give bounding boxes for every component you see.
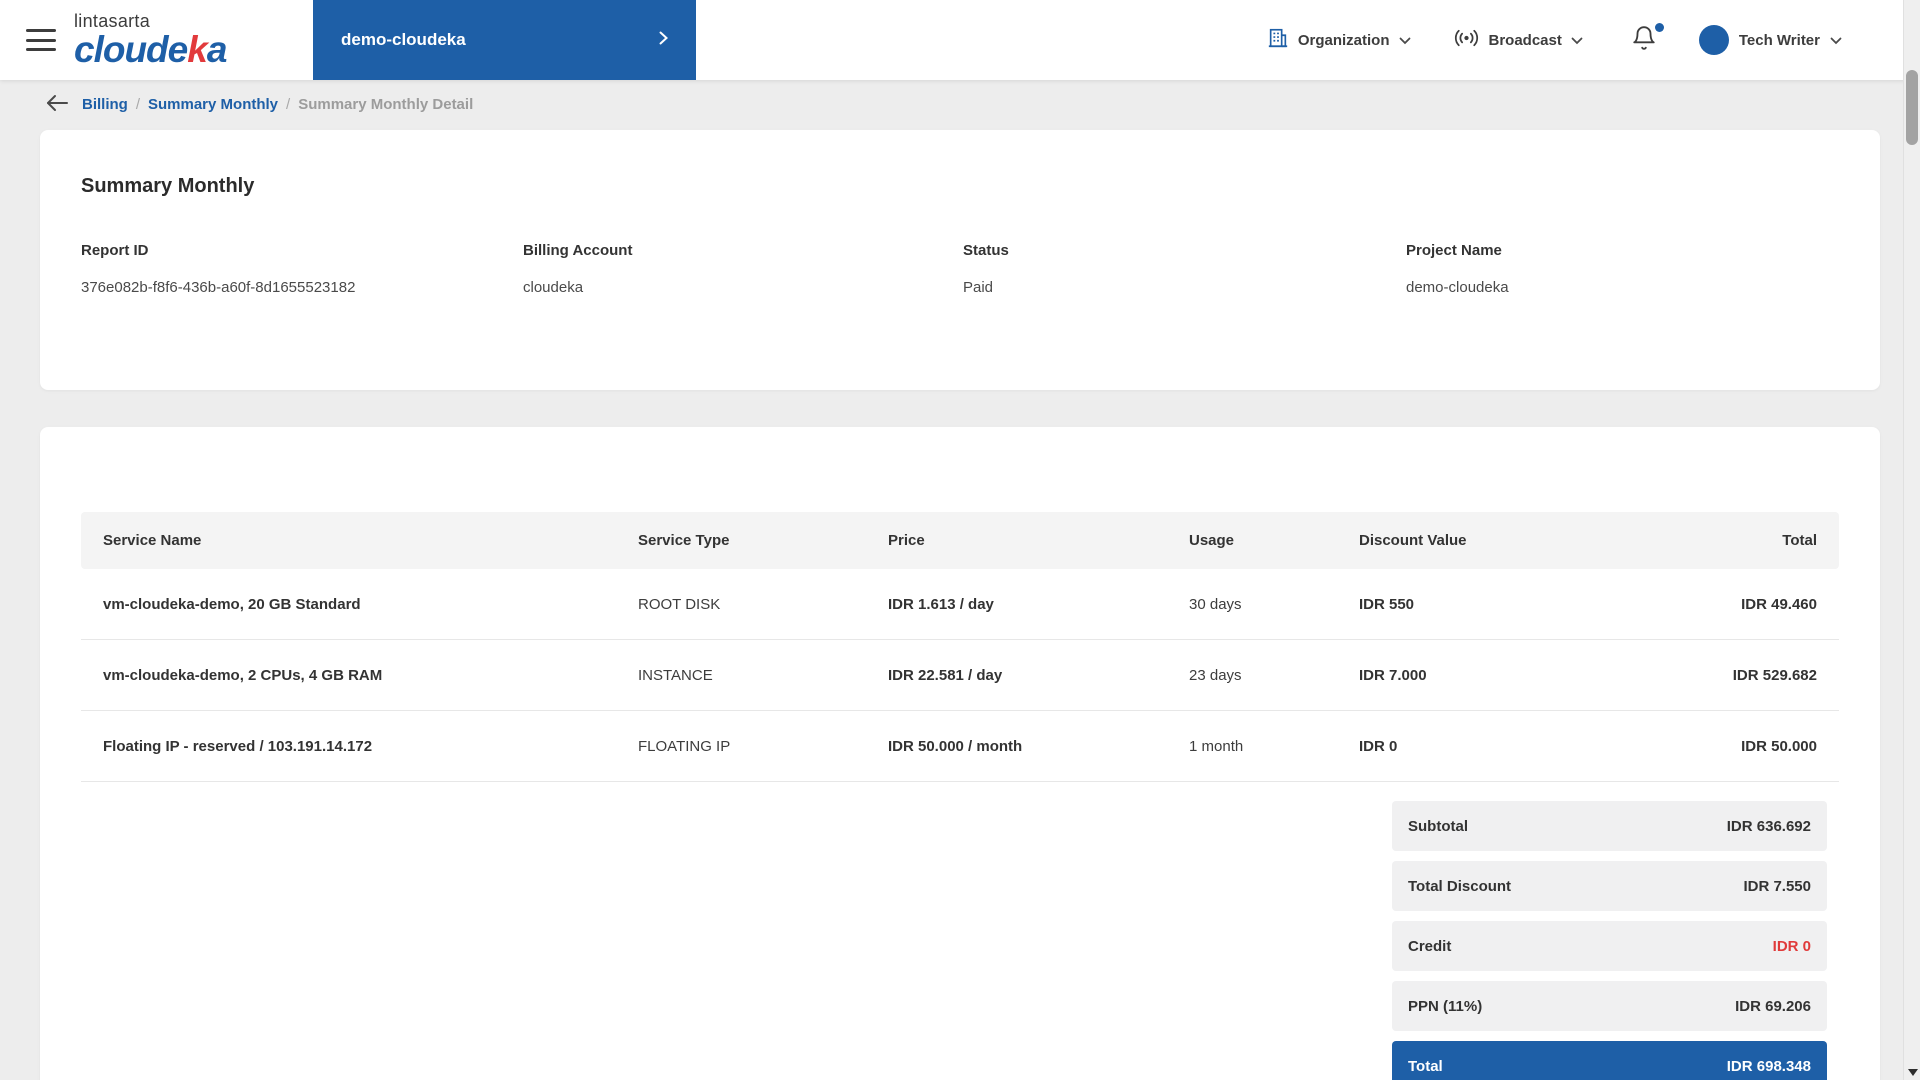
cell-discount: IDR 0 [1359, 738, 1639, 755]
cell-price: IDR 22.581 / day [888, 667, 1189, 684]
menu-icon[interactable] [26, 29, 56, 51]
user-menu[interactable]: Tech Writer [1699, 25, 1842, 55]
chevron-down-icon [1571, 32, 1583, 49]
broadcast-label: Broadcast [1489, 32, 1562, 49]
totals-row-grand-total: Total IDR 698.348 [1392, 1041, 1827, 1080]
totals-value: IDR 636.692 [1727, 818, 1811, 835]
project-name-label: demo-cloudeka [341, 30, 466, 50]
totals-label: Total Discount [1408, 878, 1511, 895]
organization-icon [1267, 27, 1289, 53]
project-selector-button[interactable]: demo-cloudeka [313, 0, 696, 80]
field-label: Billing Account [523, 242, 963, 259]
field-billing-account: Billing Account cloudeka [523, 242, 963, 296]
notifications-button[interactable] [1631, 25, 1657, 56]
column-header-service-name: Service Name [103, 532, 638, 549]
scrollbar-thumb[interactable] [1906, 70, 1918, 145]
field-value: Paid [963, 279, 1406, 296]
cell-discount: IDR 7.000 [1359, 667, 1639, 684]
cell-usage: 30 days [1189, 596, 1359, 613]
cell-service-name: vm-cloudeka-demo, 20 GB Standard [103, 596, 638, 613]
totals-row-ppn: PPN (11%) IDR 69.206 [1392, 981, 1827, 1031]
totals-row-credit: Credit IDR 0 [1392, 921, 1827, 971]
logo-brand-text: cloudeka [74, 31, 226, 68]
totals-row-subtotal: Subtotal IDR 636.692 [1392, 801, 1827, 851]
totals-value: IDR 69.206 [1735, 998, 1811, 1015]
totals-label: PPN (11%) [1408, 998, 1482, 1015]
totals-label: Total [1408, 1058, 1443, 1075]
cell-total: IDR 529.682 [1639, 667, 1817, 684]
totals-row-total-discount: Total Discount IDR 7.550 [1392, 861, 1827, 911]
column-header-total: Total [1639, 532, 1817, 549]
back-button[interactable] [44, 92, 70, 117]
main-content: Summary Monthly Report ID 376e082b-f8f6-… [0, 130, 1920, 1080]
avatar [1699, 25, 1729, 55]
totals-value: IDR 0 [1773, 938, 1811, 955]
billing-detail-card: Service Name Service Type Price Usage Di… [40, 427, 1880, 1080]
summary-card: Summary Monthly Report ID 376e082b-f8f6-… [40, 130, 1880, 390]
user-name-label: Tech Writer [1739, 32, 1820, 49]
cell-service-name: Floating IP - reserved / 103.191.14.172 [103, 738, 638, 755]
logo-company-text: lintasarta [74, 12, 226, 30]
table-row: vm-cloudeka-demo, 20 GB Standard ROOT DI… [81, 569, 1839, 640]
topbar: lintasarta cloudeka demo-cloudeka Organi… [0, 0, 1920, 80]
column-header-discount-value: Discount Value [1359, 532, 1639, 549]
cell-total: IDR 49.460 [1639, 596, 1817, 613]
cell-total: IDR 50.000 [1639, 738, 1817, 755]
cell-service-name: vm-cloudeka-demo, 2 CPUs, 4 GB RAM [103, 667, 638, 684]
chevron-right-icon [659, 30, 668, 50]
field-status: Status Paid [963, 242, 1406, 296]
totals-label: Credit [1408, 938, 1451, 955]
table-row: vm-cloudeka-demo, 2 CPUs, 4 GB RAM INSTA… [81, 640, 1839, 711]
field-label: Project Name [1406, 242, 1839, 259]
field-label: Report ID [81, 242, 523, 259]
cell-service-type: INSTANCE [638, 667, 888, 684]
cell-service-type: FLOATING IP [638, 738, 888, 755]
cell-usage: 1 month [1189, 738, 1359, 755]
totals-value: IDR 7.550 [1743, 878, 1811, 895]
field-value: demo-cloudeka [1406, 279, 1839, 296]
breadcrumb-item-summary-monthly[interactable]: Summary Monthly [148, 96, 278, 113]
bell-icon [1631, 38, 1657, 55]
column-header-service-type: Service Type [638, 532, 888, 549]
field-report-id: Report ID 376e082b-f8f6-436b-a60f-8d1655… [81, 242, 523, 296]
topbar-right: Organization Broadcast Tech Writer [1267, 25, 1920, 56]
breadcrumb: Billing / Summary Monthly / Summary Mont… [0, 80, 1920, 118]
notification-unread-dot [1655, 23, 1664, 32]
totals-value: IDR 698.348 [1727, 1058, 1811, 1075]
table-header: Service Name Service Type Price Usage Di… [81, 512, 1839, 569]
field-value: cloudeka [523, 279, 963, 296]
cell-discount: IDR 550 [1359, 596, 1639, 613]
breadcrumb-item-current: Summary Monthly Detail [298, 96, 473, 113]
field-label: Status [963, 242, 1406, 259]
totals-summary: Subtotal IDR 636.692 Total Discount IDR … [1392, 801, 1827, 1080]
breadcrumb-separator: / [286, 96, 290, 113]
breadcrumb-item-billing[interactable]: Billing [82, 96, 128, 113]
cell-price: IDR 1.613 / day [888, 596, 1189, 613]
column-header-price: Price [888, 532, 1189, 549]
page-title: Summary Monthly [81, 175, 1839, 198]
field-value: 376e082b-f8f6-436b-a60f-8d1655523182 [81, 279, 523, 296]
cell-usage: 23 days [1189, 667, 1359, 684]
logo: lintasarta cloudeka [74, 12, 226, 68]
chevron-down-icon [1399, 32, 1411, 49]
vertical-scrollbar[interactable] [1903, 0, 1920, 1080]
chevron-down-icon [1830, 32, 1842, 49]
organization-menu[interactable]: Organization [1267, 27, 1411, 53]
broadcast-icon [1453, 28, 1480, 52]
cell-price: IDR 50.000 / month [888, 738, 1189, 755]
cell-service-type: ROOT DISK [638, 596, 888, 613]
organization-label: Organization [1298, 32, 1390, 49]
breadcrumb-separator: / [136, 96, 140, 113]
table-row: Floating IP - reserved / 103.191.14.172 … [81, 711, 1839, 782]
column-header-usage: Usage [1189, 532, 1359, 549]
scrollbar-down-arrow-icon[interactable] [1908, 1069, 1918, 1076]
field-project-name: Project Name demo-cloudeka [1406, 242, 1839, 296]
totals-label: Subtotal [1408, 818, 1468, 835]
summary-fields: Report ID 376e082b-f8f6-436b-a60f-8d1655… [81, 242, 1839, 296]
broadcast-menu[interactable]: Broadcast [1453, 28, 1583, 52]
arrow-left-icon [46, 94, 68, 115]
